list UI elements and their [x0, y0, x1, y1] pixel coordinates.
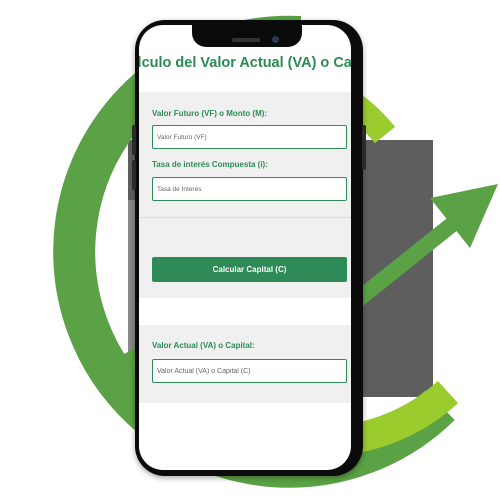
result-output-field[interactable]: [152, 359, 347, 383]
page-title: Cálculo del Valor Actual (VA) o Capital: [139, 55, 351, 71]
phone-power-button: [362, 125, 366, 170]
divider: [139, 217, 351, 218]
result-label: Valor Actual (VA) o Capital:: [152, 341, 255, 350]
rate-input[interactable]: [152, 177, 347, 201]
phone-side-button: [132, 125, 136, 155]
phone-screen: Cálculo del Valor Actual (VA) o Capital …: [139, 25, 351, 470]
phone-side-button: [132, 160, 136, 190]
camera-icon: [272, 36, 279, 43]
calculate-capital-button[interactable]: Calcular Capital (C): [152, 257, 347, 282]
future-value-label: Valor Futuro (VF) o Monto (M):: [152, 109, 268, 118]
phone-notch: [192, 25, 302, 47]
result-panel: Valor Actual (VA) o Capital:: [139, 325, 351, 403]
future-value-input[interactable]: [152, 125, 347, 149]
speaker-icon: [232, 38, 260, 42]
page-title-text: Cálculo del Valor Actual (VA) o Capital: [139, 55, 351, 71]
rate-label: Tasa de interés Compuesta (i):: [152, 160, 268, 169]
